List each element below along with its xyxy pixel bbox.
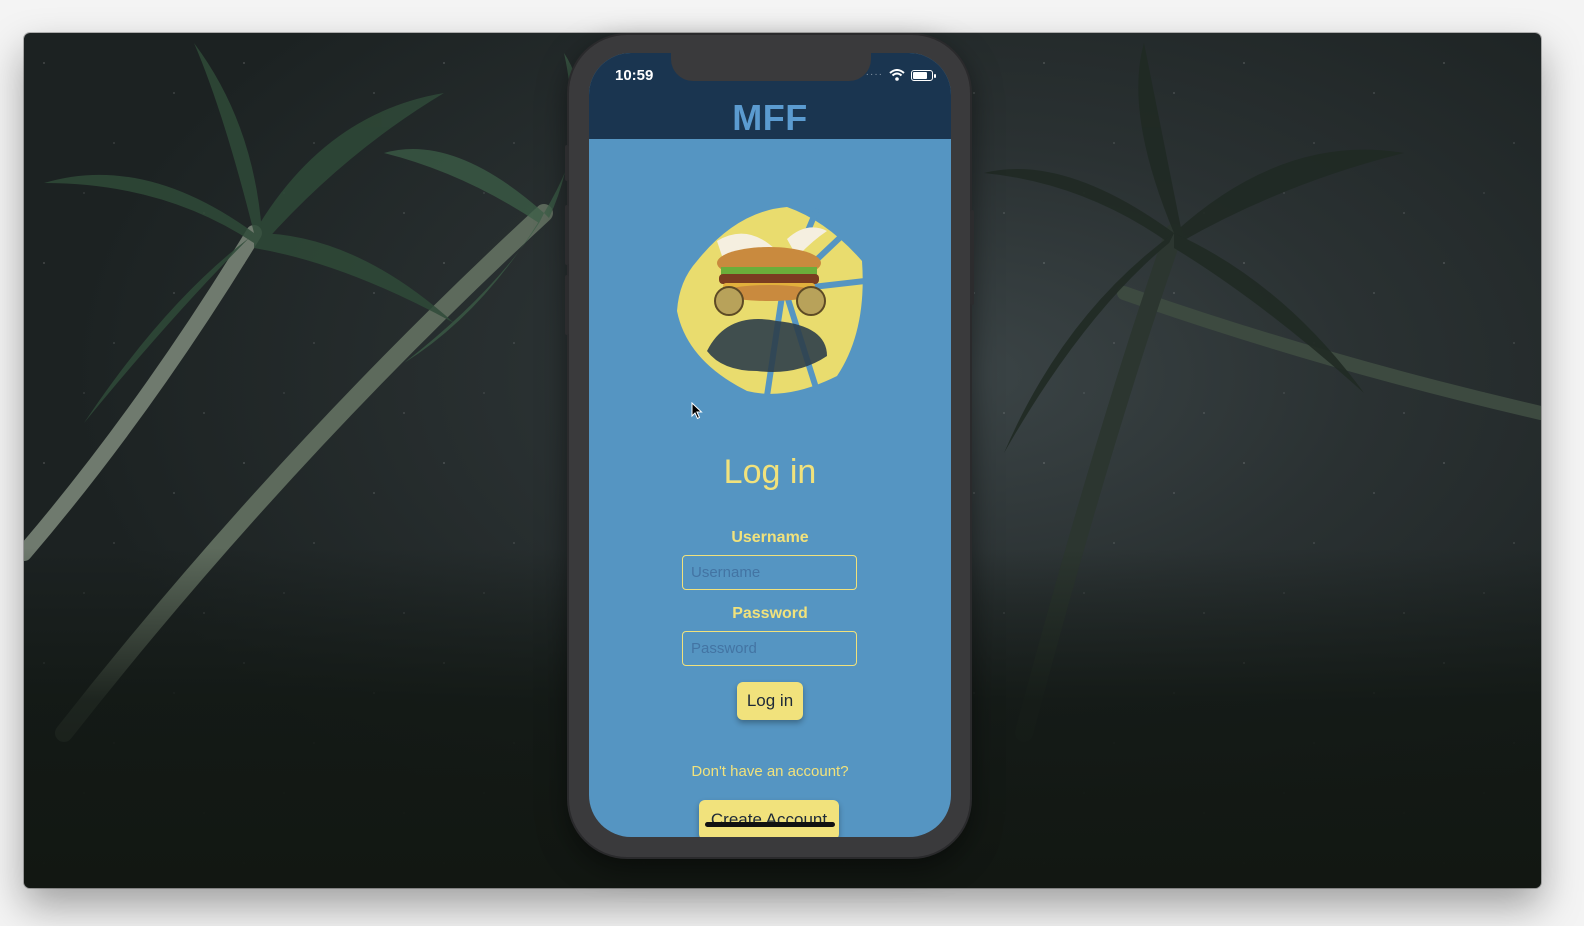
username-input[interactable] [682,555,857,590]
password-label: Password [732,605,808,622]
phone-notch [671,53,871,81]
mouse-pointer-icon [691,402,703,420]
app-screen: 10:59 ···· MFF Log in Username Username … [589,53,951,837]
status-time: 10:59 [615,67,654,84]
volume-down-button [565,275,569,335]
create-account-button[interactable]: Create Account [699,800,839,837]
login-button[interactable]: Log in [737,682,803,720]
status-icons: ···· [865,69,936,81]
phone-simulator: 10:59 ···· MFF Log in Username Username … [565,35,974,857]
battery-icon [911,69,936,81]
signal-dots-icon: ···· [865,69,883,80]
app-header: 10:59 ···· MFF [589,53,951,139]
burger-logo-icon [677,207,866,397]
wifi-icon [889,69,905,81]
home-indicator [705,822,835,827]
password-input[interactable] [682,631,857,666]
no-account-text: Don't have an account? [691,763,849,780]
volume-up-button [565,205,569,265]
username-label: Username [731,529,809,546]
power-button [970,210,974,305]
silent-switch [565,145,569,181]
app-title: MFF [732,97,808,138]
login-heading: Log in [723,453,817,491]
